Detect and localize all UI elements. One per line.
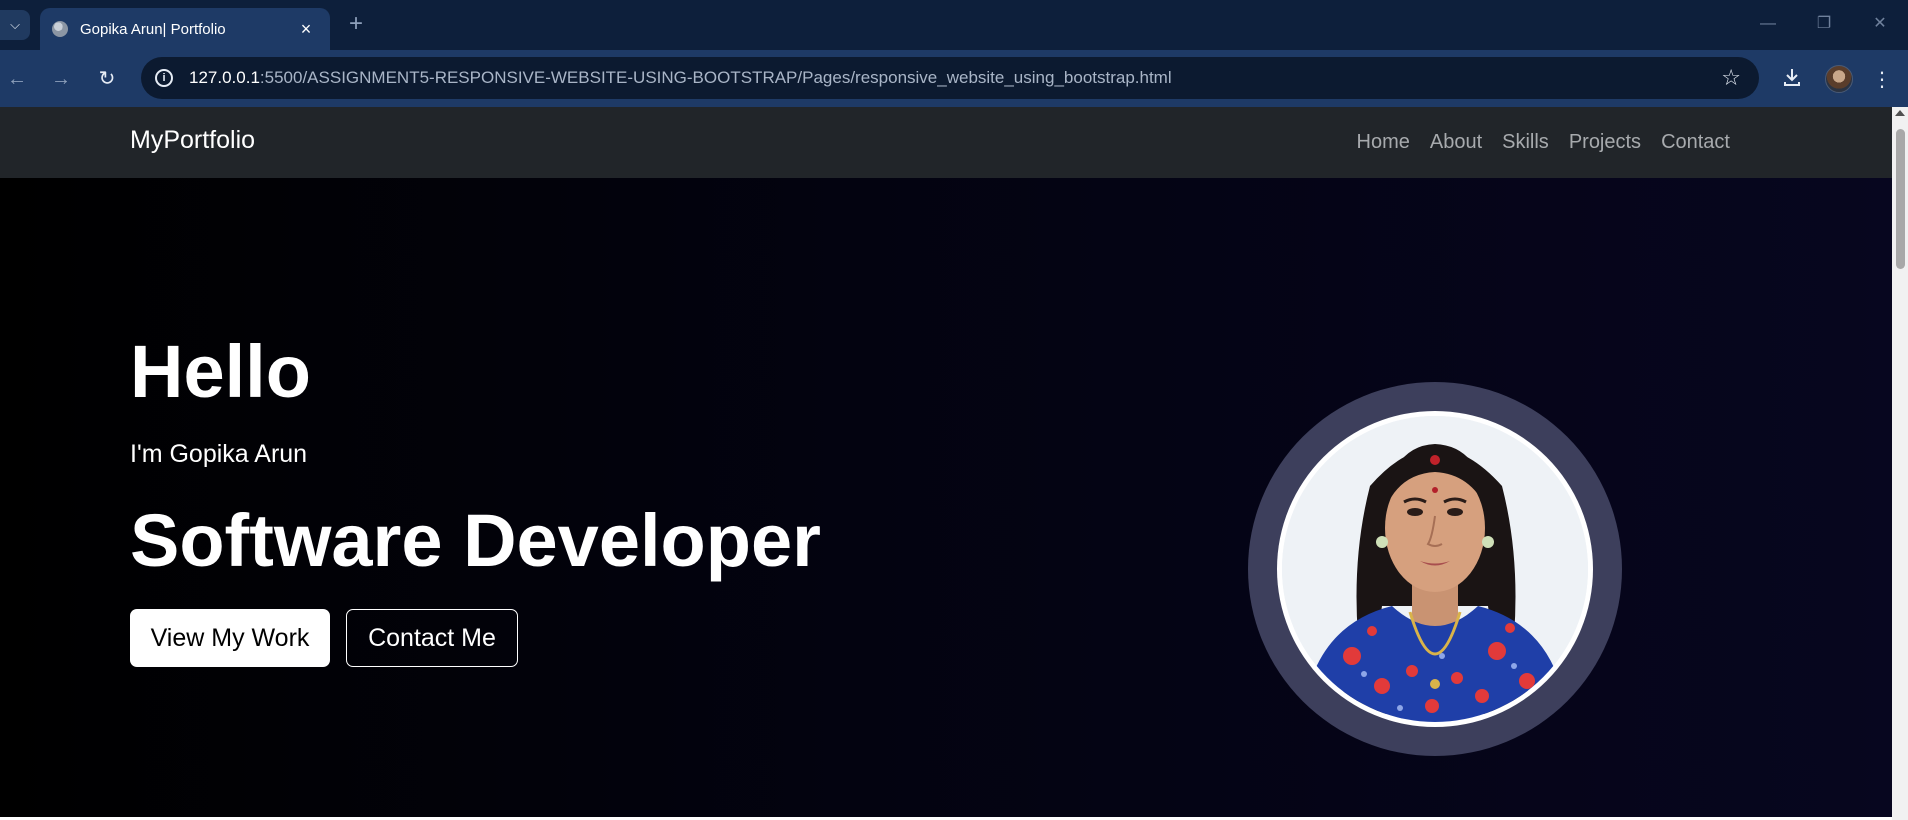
tab-search-button[interactable]: ⌵ [0, 10, 30, 40]
nav-link-about[interactable]: About [1430, 131, 1482, 154]
info-icon: i [155, 69, 173, 87]
hero-role: Software Developer [130, 499, 821, 582]
scroll-up-arrow-icon[interactable] [1895, 110, 1905, 116]
url-path: :5500/ASSIGNMENT5-RESPONSIVE-WEBSITE-USI… [259, 68, 1172, 87]
browser-toolbar: ← → ↻ i 127.0.0.1:5500/ASSIGNMENT5-RESPO… [0, 50, 1908, 107]
browser-tab[interactable]: Gopika Arun| Portfolio × [40, 8, 330, 50]
address-bar[interactable]: i 127.0.0.1:5500/ASSIGNMENT5-RESPONSIVE-… [141, 57, 1759, 99]
download-icon[interactable] [1778, 66, 1806, 94]
nav-link-skills[interactable]: Skills [1502, 131, 1549, 154]
browser-tab-strip: ⌵ Gopika Arun| Portfolio × + — ❐ ✕ [0, 0, 1908, 50]
back-arrow-icon[interactable]: ← [4, 66, 30, 92]
profile-avatar[interactable] [1825, 65, 1853, 93]
page-scrollbar[interactable] [1892, 107, 1908, 820]
chevron-down-icon: ⌵ [10, 17, 20, 32]
url-text[interactable]: 127.0.0.1:5500/ASSIGNMENT5-RESPONSIVE-WE… [189, 68, 1172, 88]
star-icon[interactable]: ☆ [1721, 65, 1741, 91]
nav-link-projects[interactable]: Projects [1569, 131, 1641, 154]
forward-arrow-icon[interactable]: → [48, 66, 74, 92]
brand-link[interactable]: MyPortfolio [130, 126, 255, 155]
hero-greeting: Hello [130, 330, 311, 413]
hero-name: I'm Gopika Arun [130, 440, 308, 468]
nav-links: Home About Skills Projects Contact [1357, 131, 1730, 154]
kebab-menu-icon[interactable]: ⋮ [1868, 66, 1896, 94]
restore-icon[interactable]: ❐ [1810, 12, 1838, 36]
profile-photo-frame [1277, 411, 1593, 727]
contact-me-button[interactable]: Contact Me [346, 609, 518, 667]
scrollbar-thumb[interactable] [1896, 129, 1905, 269]
globe-icon [52, 21, 68, 37]
url-host: 127.0.0.1 [189, 68, 260, 87]
site-navbar: MyPortfolio Home About Skills Projects C… [0, 107, 1892, 178]
nav-link-contact[interactable]: Contact [1661, 131, 1730, 154]
minimize-icon[interactable]: — [1754, 12, 1782, 36]
hero-section: Hello I'm Gopika Arun Software Developer… [0, 178, 1892, 817]
profile-photo-ring [1248, 382, 1622, 756]
close-icon[interactable]: × [296, 19, 316, 39]
page-viewport: MyPortfolio Home About Skills Projects C… [0, 107, 1892, 820]
view-my-work-button[interactable]: View My Work [130, 609, 330, 667]
profile-photo [1282, 416, 1588, 722]
tab-title: Gopika Arun| Portfolio [80, 20, 226, 38]
site-info-button[interactable]: i [151, 65, 177, 91]
nav-link-home[interactable]: Home [1357, 131, 1410, 154]
reload-icon[interactable]: ↻ [94, 66, 120, 92]
new-tab-button[interactable]: + [343, 12, 369, 38]
window-close-icon[interactable]: ✕ [1866, 12, 1894, 36]
